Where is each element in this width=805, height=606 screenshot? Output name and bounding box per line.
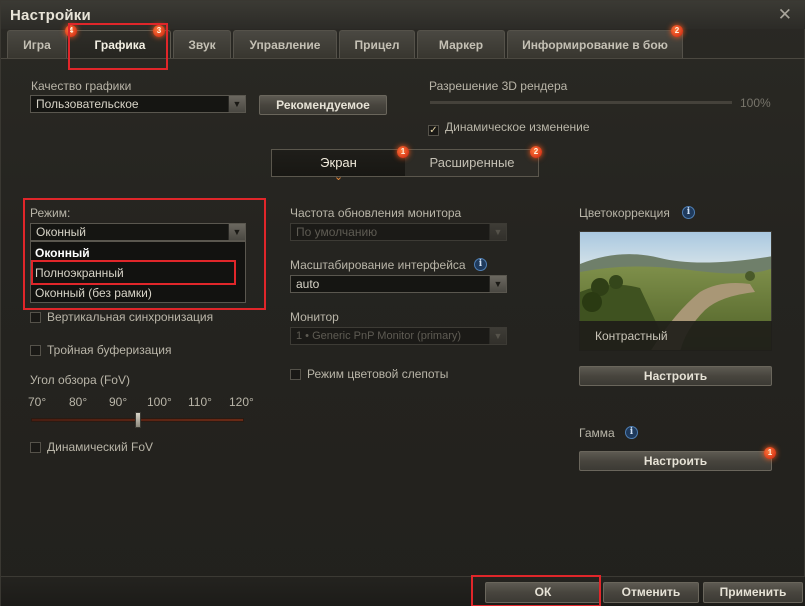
quality-value: Пользовательское [36, 97, 139, 111]
quality-label: Качество графики [31, 79, 132, 93]
info-icon[interactable]: i [474, 258, 487, 271]
mode-option-windowed[interactable]: Оконный [35, 246, 90, 260]
annotation-badge-2-tabs: 2 [671, 25, 683, 37]
checkbox-checked-icon: ✓ [428, 125, 439, 136]
tab-controls[interactable]: Управление [233, 30, 337, 58]
ui-scale-value: auto [296, 277, 320, 291]
mode-option-borderless[interactable]: Оконный (без рамки) [35, 286, 152, 300]
mode-dropdown-list: Оконный Полноэкранный Оконный (без рамки… [30, 241, 246, 303]
refresh-rate-label: Частота обновления монитора [290, 206, 462, 220]
color-correction-configure-button[interactable]: Настроить [579, 366, 772, 386]
chevron-down-icon: ▼ [489, 328, 506, 344]
tab-battle-notifications[interactable]: Информирование в бою [507, 30, 683, 58]
colorblind-label: Режим цветовой слепоты [307, 367, 449, 381]
fov-tick: 120° [229, 395, 254, 409]
tab-sight[interactable]: Прицел [339, 30, 415, 58]
mode-select[interactable]: Оконный ▼ [30, 223, 246, 241]
fov-tick: 70° [28, 395, 47, 409]
info-icon[interactable]: i [682, 206, 695, 219]
dynamic-render-label: Динамическое изменение [445, 120, 590, 134]
annotation-badge-3: 3 [153, 25, 165, 37]
render-resolution-value: 100% [740, 96, 771, 110]
dynamic-fov-label: Динамический FoV [47, 440, 154, 454]
subtab-advanced[interactable]: Расширенные [406, 150, 538, 176]
monitor-value: 1 • Generic PnP Monitor (primary) [296, 330, 462, 342]
annotation-badge-1-subtab: 1 [397, 146, 409, 158]
fov-tick: 80° [69, 395, 88, 409]
subtab-screen[interactable]: Экран [272, 150, 405, 176]
chevron-down-icon: ▼ [489, 276, 506, 292]
color-correction-label: Цветокоррекция [579, 206, 670, 220]
window-title: Настройки [10, 7, 91, 24]
render-resolution-label: Разрешение 3D рендера [429, 79, 568, 93]
settings-window: Настройки ✕ Игра Графика Звук Управление… [0, 0, 805, 606]
triple-buffer-label: Тройная буферизация [47, 343, 172, 357]
colorblind-checkbox[interactable]: Режим цветовой слепоты [290, 367, 448, 381]
ui-scale-label: Масштабирование интерфейса [290, 258, 466, 272]
cancel-button[interactable]: Отменить [603, 582, 699, 603]
fov-label: Угол обзора (FoV) [30, 373, 130, 387]
dynamic-render-checkbox[interactable]: ✓ Динамическое изменение [428, 120, 590, 136]
tab-game[interactable]: Игра [7, 30, 67, 58]
dynamic-fov-checkbox[interactable]: Динамический FoV [30, 440, 153, 454]
refresh-rate-value: По умолчанию [296, 225, 378, 239]
triple-buffer-checkbox[interactable]: Тройная буферизация [30, 343, 172, 357]
fov-tick: 110° [188, 395, 212, 409]
annotation-badge-1-gamma: 1 [764, 447, 776, 459]
title-bar: Настройки ✕ [1, 1, 805, 29]
preset-caption: Контрастный [579, 321, 772, 351]
ok-button[interactable]: ОК [485, 582, 601, 603]
vsync-label: Вертикальная синхронизация [47, 310, 214, 324]
mode-value: Оконный [36, 225, 86, 239]
fov-tick: 90° [109, 395, 128, 409]
info-icon[interactable]: i [625, 426, 638, 439]
gamma-label: Гамма [579, 426, 615, 440]
refresh-rate-select: По умолчанию ▼ [290, 223, 507, 241]
chevron-down-icon: ▼ [228, 224, 245, 240]
chevron-down-icon: ▼ [489, 224, 506, 240]
mode-label: Режим: [30, 206, 71, 220]
tab-marker[interactable]: Маркер [417, 30, 505, 58]
apply-button[interactable]: Применить [703, 582, 803, 603]
recommended-button[interactable]: Рекомендуемое [259, 95, 387, 115]
preset-name: Контрастный [595, 329, 668, 343]
fov-slider-thumb[interactable] [134, 412, 141, 428]
annotation-badge-2-subtab: 2 [530, 146, 542, 158]
fov-tick: 100° [147, 395, 172, 409]
monitor-label: Монитор [290, 310, 339, 324]
chevron-down-icon: ▼ [228, 96, 245, 112]
mode-option-fullscreen[interactable]: Полноэкранный [35, 266, 124, 280]
render-resolution-slider[interactable] [430, 101, 732, 104]
ui-scale-select[interactable]: auto ▼ [290, 275, 507, 293]
vsync-checkbox[interactable]: Вертикальная синхронизация [30, 310, 213, 324]
tab-sound[interactable]: Звук [173, 30, 231, 58]
quality-select[interactable]: Пользовательское ▼ [30, 95, 246, 113]
gamma-configure-button[interactable]: Настроить [579, 451, 772, 471]
tabs-divider [1, 58, 805, 59]
annotation-badge-4: 4 [65, 25, 77, 37]
monitor-select: 1 • Generic PnP Monitor (primary) ▼ [290, 327, 507, 345]
close-icon[interactable]: ✕ [778, 5, 792, 25]
